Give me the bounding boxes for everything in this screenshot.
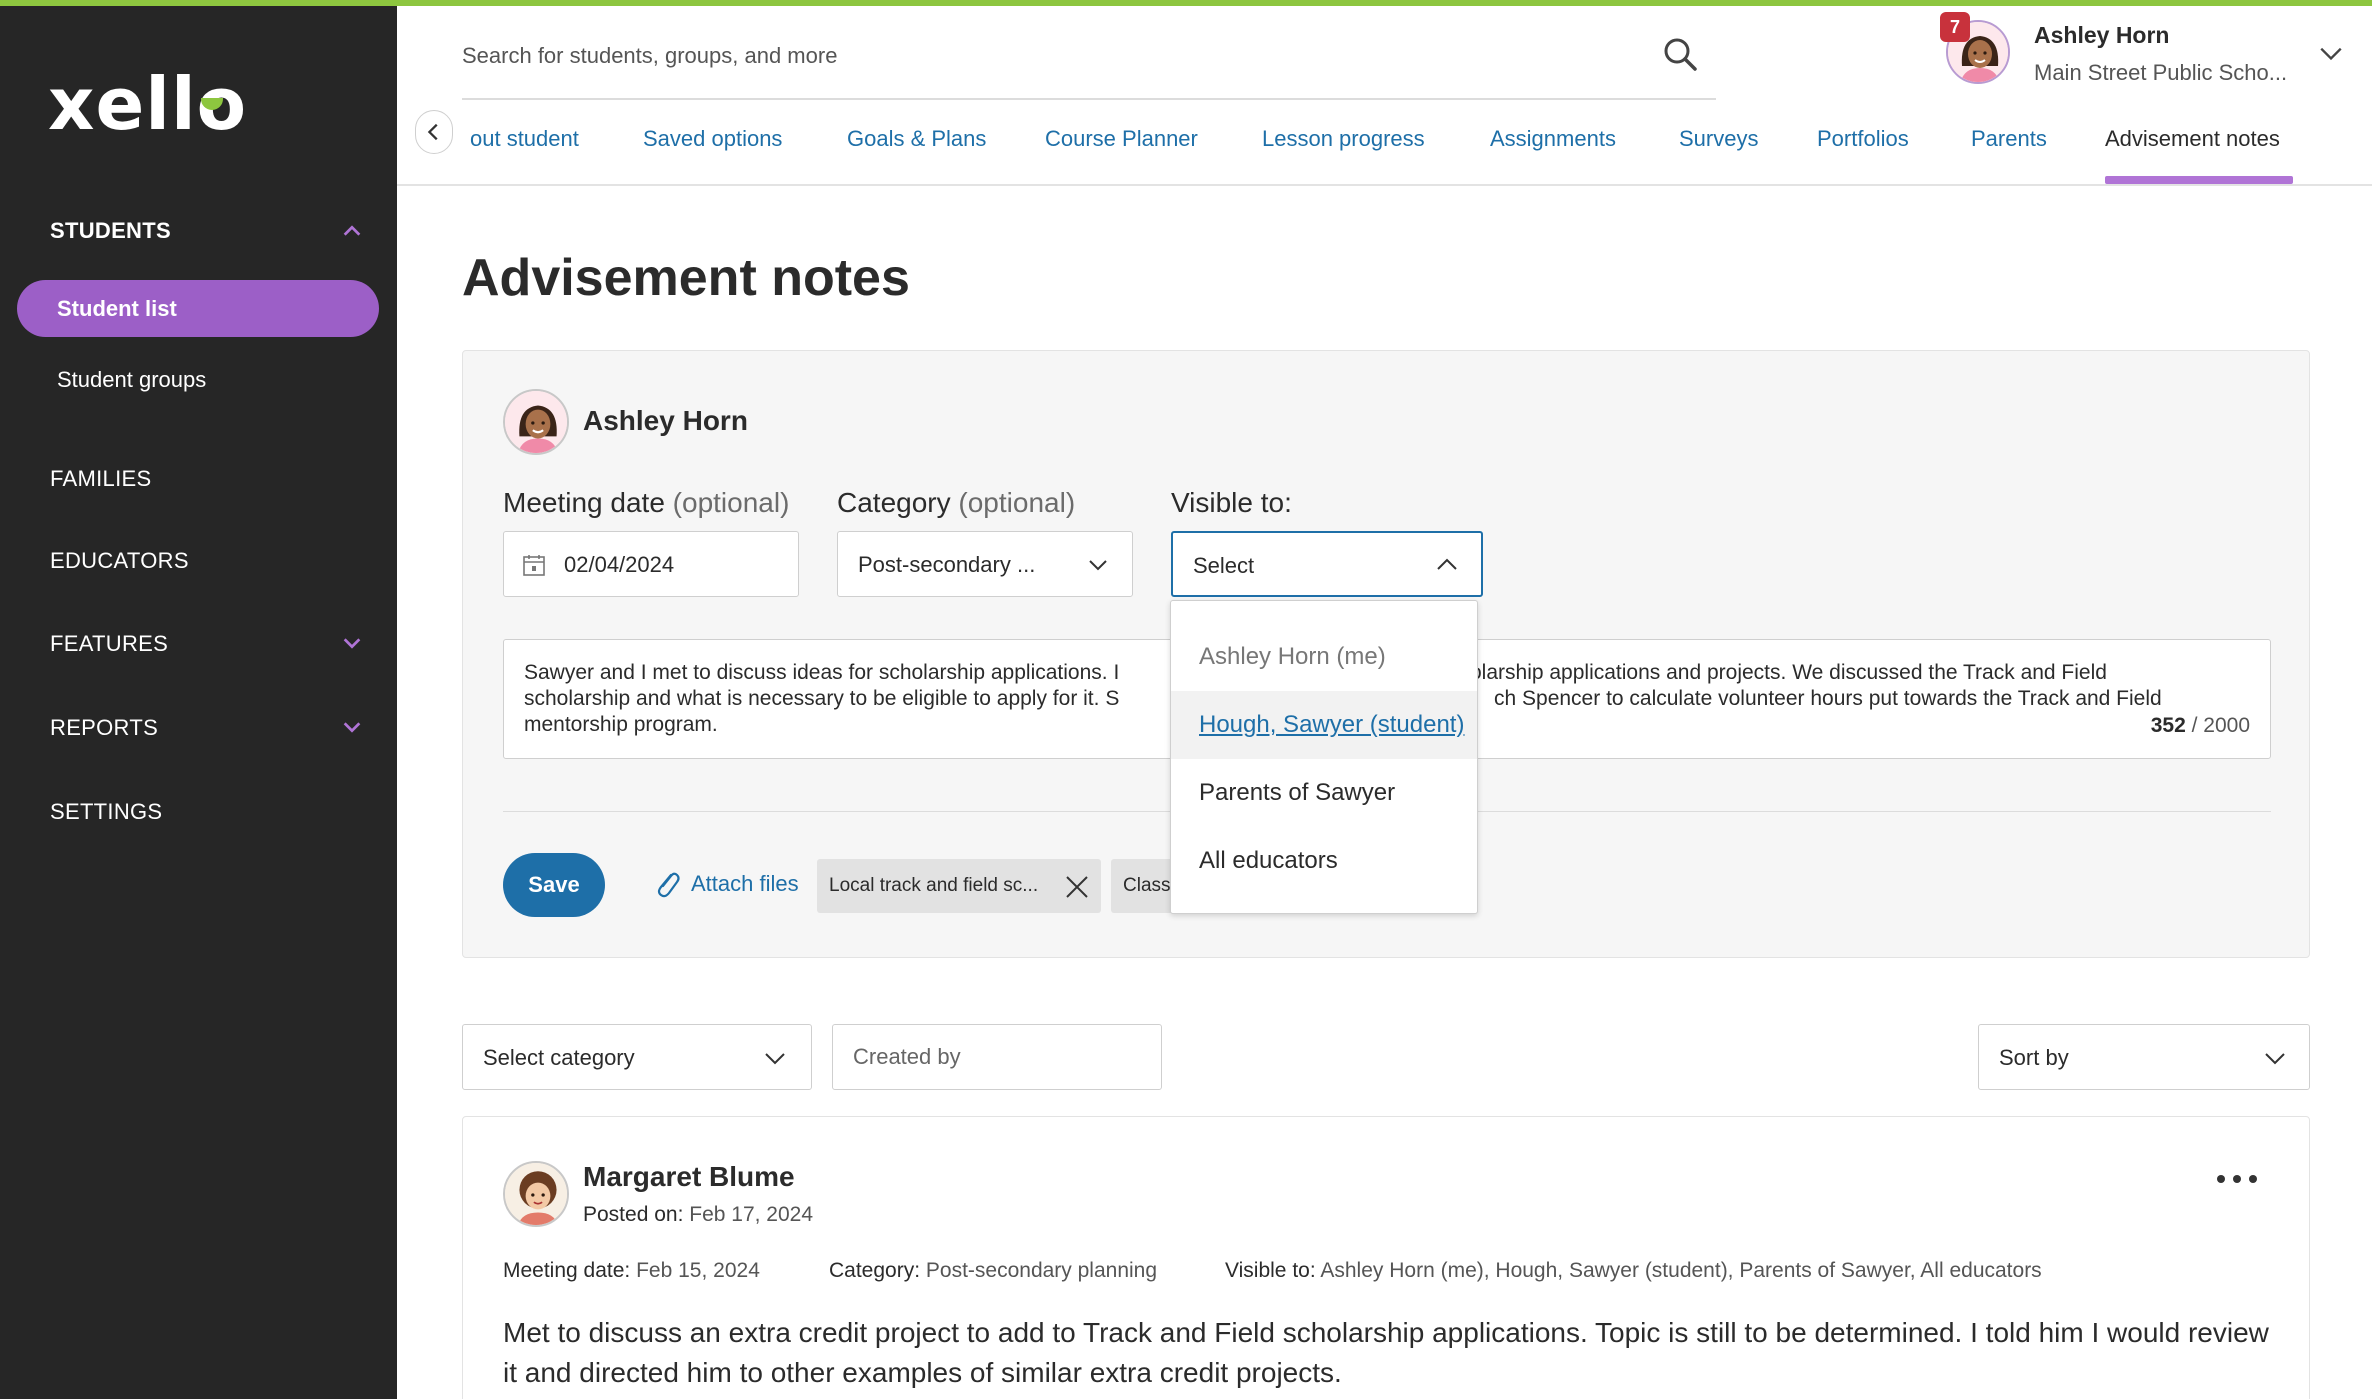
chevron-up-icon[interactable]: [341, 220, 363, 242]
sidebar: xello STUDENTS Student list Student grou…: [0, 6, 397, 1399]
chevron-down-icon: [2265, 1053, 2285, 1065]
paperclip-icon[interactable]: [653, 869, 681, 899]
chevron-down-icon[interactable]: [2318, 40, 2344, 66]
tab-advisement-notes[interactable]: Advisement notes: [2105, 126, 2280, 152]
page-title: Advisement notes: [462, 249, 910, 307]
advisement-note-card: Margaret Blume Posted on: Feb 17, 2024 M…: [462, 1116, 2310, 1399]
sidebar-item-student-groups[interactable]: Student groups: [57, 367, 206, 393]
tab-course-planner[interactable]: Course Planner: [1045, 126, 1198, 152]
option-hough-sawyer[interactable]: Hough, Sawyer (student): [1171, 691, 1477, 759]
profile-name: Ashley Horn: [2034, 22, 2170, 48]
tab-about-student[interactable]: out student: [470, 126, 579, 152]
note-posted-date: Posted on: Feb 17, 2024: [583, 1203, 814, 1226]
meeting-date-label: Meeting date (optional): [503, 487, 790, 518]
visible-to-options: Ashley Horn (me) Hough, Sawyer (student)…: [1170, 600, 1478, 914]
note-body: Met to discuss an extra credit project t…: [503, 1317, 2269, 1388]
chevron-down-icon: [1089, 560, 1107, 571]
visible-to-select[interactable]: Select: [1171, 531, 1483, 597]
search-input[interactable]: [462, 34, 1642, 78]
nav-educators[interactable]: EDUCATORS: [50, 548, 189, 574]
nav-reports[interactable]: REPORTS: [50, 715, 158, 741]
notification-badge[interactable]: 7: [1940, 12, 1970, 42]
profile-school: Main Street Public Scho...: [2034, 60, 2288, 85]
more-options-icon[interactable]: [2213, 1169, 2261, 1189]
tab-goals-plans[interactable]: Goals & Plans: [847, 126, 986, 152]
author-avatar: [503, 389, 569, 455]
active-tab-indicator: [2105, 176, 2293, 184]
chevron-up-icon: [1437, 558, 1457, 570]
search-icon[interactable]: [1660, 34, 1700, 74]
chevron-down-icon[interactable]: [341, 716, 363, 738]
note-author-avatar: [503, 1161, 569, 1227]
note-visible-to: Visible to: Ashley Horn (me), Hough, Saw…: [1225, 1259, 2042, 1282]
chevron-down-icon: [765, 1053, 785, 1065]
chevron-left-icon: [427, 123, 438, 141]
attachment-chip: Local track and field sc...: [817, 859, 1101, 913]
note-category: Category: Post-secondary planning: [829, 1259, 1158, 1282]
note-meeting-date: Meeting date: Feb 15, 2024: [503, 1259, 760, 1282]
sidebar-item-label: Student list: [57, 296, 177, 321]
meeting-date-value: 02/04/2024: [564, 552, 675, 577]
global-search: [462, 30, 1716, 100]
nav-students[interactable]: STUDENTS: [50, 218, 171, 244]
note-author-name: Margaret Blume: [583, 1161, 795, 1192]
close-icon[interactable]: [1063, 873, 1091, 901]
category-label: Category (optional): [837, 487, 1076, 518]
category-filter-value: Select category: [483, 1045, 635, 1070]
save-button[interactable]: Save: [503, 853, 605, 917]
created-by-input[interactable]: [833, 1025, 1161, 1089]
meeting-date-field[interactable]: 02/04/2024: [503, 531, 799, 597]
attachment-name: Class: [1123, 875, 1171, 896]
tab-saved-options[interactable]: Saved options: [643, 126, 782, 152]
nav-settings[interactable]: SETTINGS: [50, 799, 162, 825]
student-tabs: out student Saved options Goals & Plans …: [397, 110, 2372, 186]
tabs-scroll-back-button[interactable]: [415, 110, 453, 154]
author-name: Ashley Horn: [583, 405, 748, 436]
category-value: Post-secondary ...: [858, 552, 1036, 577]
tab-assignments[interactable]: Assignments: [1490, 126, 1616, 152]
nav-families[interactable]: FAMILIES: [50, 466, 151, 492]
nav-features[interactable]: FEATURES: [50, 631, 168, 657]
user-profile-menu[interactable]: 7 Ashley Horn Main Street Public Scho...: [1940, 12, 2346, 90]
attach-files-link[interactable]: Attach files: [691, 871, 799, 897]
character-counter: 352 / 2000: [2150, 714, 2250, 737]
chevron-down-icon[interactable]: [341, 632, 363, 654]
sort-by-value: Sort by: [1999, 1045, 2069, 1070]
calendar-icon[interactable]: [522, 553, 546, 577]
top-accent-bar: [0, 0, 2372, 6]
visible-to-value: Select: [1193, 553, 1255, 578]
created-by-filter[interactable]: [832, 1024, 1162, 1090]
attachment-name: Local track and field sc...: [829, 875, 1039, 896]
person-avatar-icon: [505, 1163, 567, 1225]
tab-portfolios[interactable]: Portfolios: [1817, 126, 1909, 152]
tab-surveys[interactable]: Surveys: [1679, 126, 1758, 152]
visible-to-label: Visible to:: [1171, 487, 1292, 518]
person-avatar-icon: [505, 391, 567, 453]
option-parents-of-sawyer[interactable]: Parents of Sawyer: [1171, 759, 1477, 827]
tab-parents[interactable]: Parents: [1971, 126, 2047, 152]
option-all-educators[interactable]: All educators: [1171, 827, 1477, 895]
option-ashley-horn[interactable]: Ashley Horn (me): [1171, 623, 1477, 691]
category-filter[interactable]: Select category: [462, 1024, 812, 1090]
sidebar-item-student-list[interactable]: Student list: [17, 280, 379, 337]
category-select[interactable]: Post-secondary ...: [837, 531, 1133, 597]
sort-by-select[interactable]: Sort by: [1978, 1024, 2310, 1090]
tab-lesson-progress[interactable]: Lesson progress: [1262, 126, 1425, 152]
